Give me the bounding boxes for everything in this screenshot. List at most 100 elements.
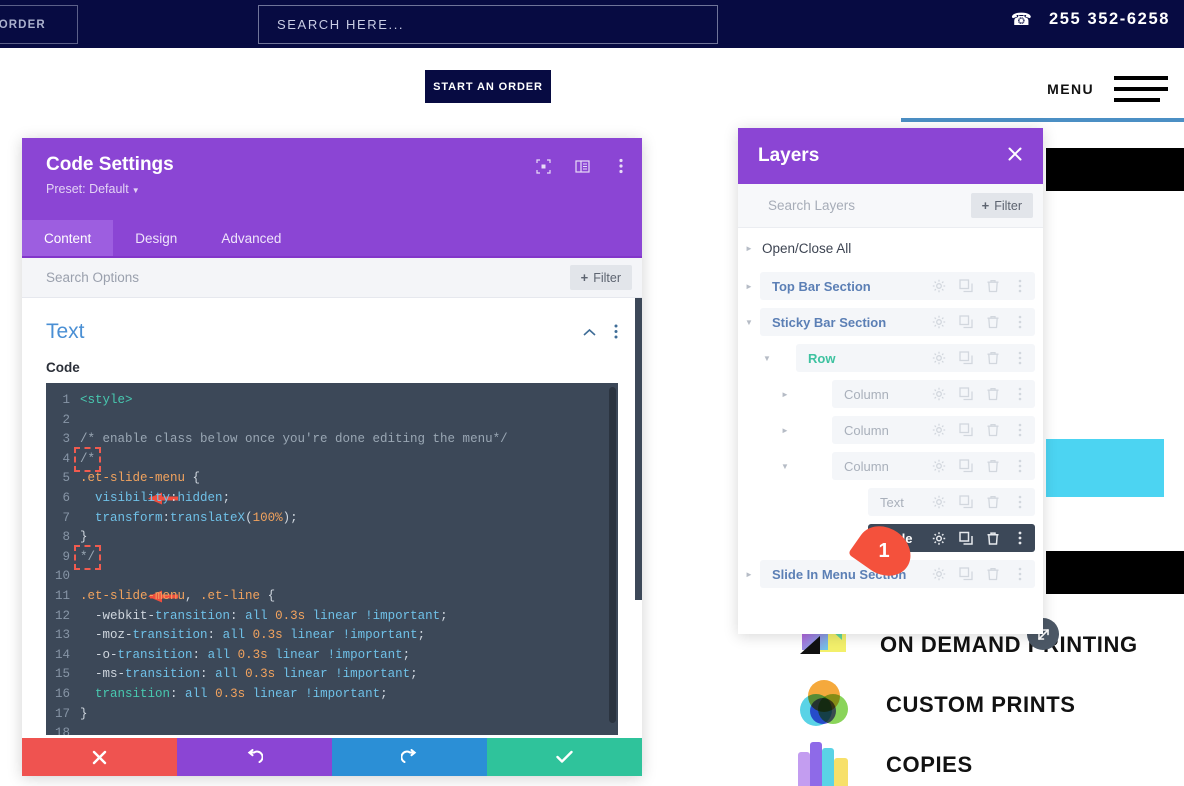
undo-button[interactable] <box>177 738 332 776</box>
code-line: 2 <box>46 411 618 431</box>
service-item-custom-prints[interactable]: CUSTOM PRINTS <box>798 680 1076 730</box>
service-item-copies[interactable]: COPIES <box>798 740 973 786</box>
modal-scrollbar[interactable] <box>635 298 642 600</box>
gear-icon[interactable] <box>932 531 946 545</box>
service-label: COPIES <box>886 752 973 777</box>
header-menu-toggle[interactable]: MENU <box>1047 76 1168 102</box>
layer-row-column-3[interactable]: ▼ Column <box>738 452 1043 480</box>
code-text: visibility:hidden; <box>95 490 231 505</box>
tab-content[interactable]: Content <box>22 220 114 256</box>
filter-label: Filter <box>994 198 1022 213</box>
kebab-menu-icon[interactable] <box>1013 495 1027 509</box>
kebab-menu-icon[interactable] <box>1013 351 1027 365</box>
kebab-menu-icon[interactable] <box>1013 531 1027 545</box>
layers-filter-button[interactable]: + Filter <box>970 193 1033 218</box>
gear-icon[interactable] <box>932 387 946 401</box>
custom-prints-icon <box>798 680 854 730</box>
trash-icon[interactable] <box>986 495 1000 509</box>
duplicate-icon[interactable] <box>959 459 973 473</box>
layers-search-input[interactable]: Search Layers <box>768 198 971 213</box>
kebab-menu-icon[interactable] <box>612 157 630 175</box>
trash-icon[interactable] <box>986 531 1000 545</box>
chevron-right-icon[interactable]: ► <box>738 244 760 253</box>
save-button[interactable] <box>487 738 642 776</box>
split-view-icon[interactable] <box>573 157 591 175</box>
plus-icon: + <box>580 270 589 285</box>
topbar-phone[interactable]: ☎ 255 352-6258 <box>1011 10 1170 29</box>
trash-icon[interactable] <box>986 423 1000 437</box>
chevron-right-icon[interactable]: ► <box>774 390 796 399</box>
duplicate-icon[interactable] <box>959 351 973 365</box>
modal-filter-button[interactable]: + Filter <box>569 265 632 290</box>
kebab-menu-icon[interactable] <box>1013 567 1027 581</box>
kebab-menu-icon[interactable] <box>1013 423 1027 437</box>
close-icon[interactable] <box>1007 146 1023 166</box>
text-section-header: Text <box>22 298 642 344</box>
redo-button[interactable] <box>332 738 487 776</box>
layer-row-column-2[interactable]: ► Column <box>738 416 1043 444</box>
gear-icon[interactable] <box>932 315 946 329</box>
line-number: 17 <box>54 706 70 721</box>
code-editor-scrollbar[interactable] <box>609 387 616 723</box>
duplicate-icon[interactable] <box>959 315 973 329</box>
layer-row-row[interactable]: ▼ Row <box>738 344 1043 372</box>
gear-icon[interactable] <box>932 351 946 365</box>
search-options-input[interactable]: Search Options <box>46 270 570 285</box>
tab-advanced[interactable]: Advanced <box>199 220 303 256</box>
trash-icon[interactable] <box>986 567 1000 581</box>
hamburger-icon[interactable] <box>1114 76 1168 102</box>
duplicate-icon[interactable] <box>959 495 973 509</box>
duplicate-icon[interactable] <box>959 567 973 581</box>
fullscreen-icon[interactable] <box>534 157 552 175</box>
duplicate-icon[interactable] <box>959 531 973 545</box>
gear-icon[interactable] <box>932 423 946 437</box>
duplicate-icon[interactable] <box>959 387 973 401</box>
kebab-menu-icon[interactable] <box>614 324 618 341</box>
site-search-input[interactable]: SEARCH HERE... <box>258 5 718 44</box>
modal-preset-selector[interactable]: Preset: Default ▼ <box>46 182 140 196</box>
duplicate-icon[interactable] <box>959 423 973 437</box>
header-start-order-button[interactable]: START AN ORDER <box>425 70 551 103</box>
kebab-menu-icon[interactable] <box>1013 459 1027 473</box>
gear-icon[interactable] <box>932 459 946 473</box>
kebab-menu-icon[interactable] <box>1013 279 1027 293</box>
gear-icon[interactable] <box>932 567 946 581</box>
chevron-down-icon[interactable]: ▼ <box>738 318 760 327</box>
annotation-step-badge: 1 <box>847 516 921 586</box>
code-line: 18 <box>46 724 618 735</box>
screenshot-root: RT AN ORDER SEARCH HERE... ☎ 255 352-625… <box>0 0 1184 786</box>
chevron-right-icon[interactable]: ► <box>774 426 796 435</box>
cancel-button[interactable] <box>22 738 177 776</box>
layer-row-text[interactable]: Text <box>738 488 1043 516</box>
layer-label: Text <box>880 494 904 510</box>
open-close-all-row[interactable]: ► Open/Close All <box>738 236 1043 260</box>
chevron-down-icon[interactable]: ▼ <box>774 462 796 471</box>
tab-design[interactable]: Design <box>113 220 199 256</box>
kebab-menu-icon[interactable] <box>1013 315 1027 329</box>
gear-icon[interactable] <box>932 279 946 293</box>
copies-icon <box>798 740 854 786</box>
chevron-down-icon[interactable]: ▼ <box>756 354 778 363</box>
code-editor[interactable]: 1 <style> 2 3 /* enable class below once y… <box>46 383 618 735</box>
annotation-arrow <box>132 551 178 603</box>
layer-row-sticky-bar-section[interactable]: ▼ Sticky Bar Section <box>738 308 1043 336</box>
gear-icon[interactable] <box>932 495 946 509</box>
topbar-start-order-button[interactable]: RT AN ORDER <box>0 5 78 44</box>
code-line: 6 visibility:hidden; <box>46 489 618 509</box>
modal-header: Code Settings Preset: Default ▼ <box>22 138 642 220</box>
chevron-right-icon[interactable]: ► <box>738 282 760 291</box>
trash-icon[interactable] <box>986 459 1000 473</box>
trash-icon[interactable] <box>986 387 1000 401</box>
layers-search-bar: Search Layers + Filter <box>738 184 1043 228</box>
line-number: 4 <box>62 451 70 466</box>
layer-row-top-bar-section[interactable]: ► Top Bar Section <box>738 272 1043 300</box>
trash-icon[interactable] <box>986 279 1000 293</box>
layer-row-column-1[interactable]: ► Column <box>738 380 1043 408</box>
chevron-right-icon[interactable]: ► <box>738 570 760 579</box>
line-number: 10 <box>54 569 70 584</box>
duplicate-icon[interactable] <box>959 279 973 293</box>
trash-icon[interactable] <box>986 351 1000 365</box>
kebab-menu-icon[interactable] <box>1013 387 1027 401</box>
chevron-up-icon[interactable] <box>583 325 596 340</box>
trash-icon[interactable] <box>986 315 1000 329</box>
